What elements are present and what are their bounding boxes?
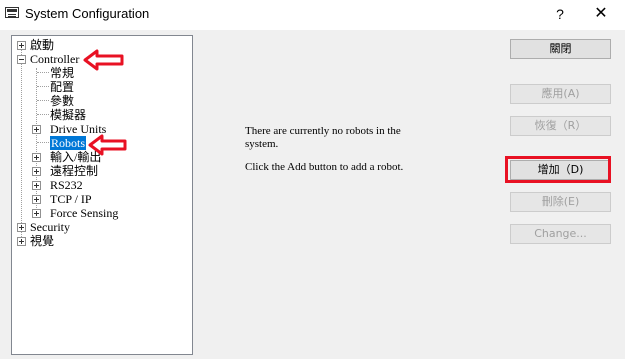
tree-item-configuration[interactable]: 配置: [50, 80, 74, 94]
expand-icon[interactable]: [32, 125, 41, 134]
app-icon: [5, 7, 19, 18]
annotation-highlight-box: [505, 156, 611, 183]
tree-item-robots[interactable]: Robots: [50, 136, 87, 150]
tree-item-label: Force Sensing: [50, 206, 119, 220]
tree-connector: [37, 142, 49, 143]
restore-button[interactable]: 恢復（R）: [510, 116, 611, 136]
tree-item-tcp-ip[interactable]: TCP / IP: [50, 192, 92, 206]
tree-item-label: Security: [30, 220, 70, 234]
message-line-2: system.: [245, 138, 279, 150]
expand-icon[interactable]: [17, 223, 26, 232]
window-title: System Configuration: [25, 6, 150, 21]
tree-item-label: RS232: [50, 178, 83, 192]
expand-icon[interactable]: [32, 181, 41, 190]
expand-icon[interactable]: [17, 41, 26, 50]
message-line-3: Click the Add button to add a robot.: [245, 161, 404, 173]
tree-item-label: TCP / IP: [50, 192, 92, 206]
dialog-client-area: 啟動 Controller 常規 配置 參數 模擬器 Drive Units R…: [0, 30, 625, 359]
tree-item-label: 遠程控制: [50, 164, 99, 178]
tree-item-label: 配置: [50, 80, 75, 94]
help-button[interactable]: ?: [548, 4, 572, 24]
tree-item-simulator[interactable]: 模擬器: [50, 108, 86, 122]
tree-connector: [37, 86, 49, 87]
apply-button[interactable]: 應用(A): [510, 84, 611, 104]
expand-icon[interactable]: [32, 167, 41, 176]
tree-item-label: 模擬器: [50, 108, 87, 122]
tree-item-security[interactable]: Security: [30, 220, 70, 234]
close-window-button[interactable]: ✕: [586, 4, 616, 24]
expand-icon[interactable]: [17, 237, 26, 246]
tree-item-label: Robots: [50, 136, 87, 150]
tree-item-label: 啟動: [30, 38, 55, 52]
annotation-arrow-icon: [83, 49, 124, 71]
tree-item-vision[interactable]: 視覺: [30, 234, 54, 248]
tree-connector: [37, 114, 49, 115]
config-tree[interactable]: 啟動 Controller 常規 配置 參數 模擬器 Drive Units R…: [11, 35, 193, 355]
message-line-1: There are currently no robots in the: [245, 125, 401, 137]
tree-item-general[interactable]: 常規: [50, 66, 74, 80]
tree-item-remote-control[interactable]: 遠程控制: [50, 164, 98, 178]
expand-icon[interactable]: [32, 195, 41, 204]
tree-item-startup[interactable]: 啟動: [30, 38, 54, 52]
tree-item-label: 視覺: [30, 234, 55, 248]
annotation-arrow-icon: [88, 134, 127, 156]
tree-item-parameters[interactable]: 參數: [50, 94, 74, 108]
collapse-icon[interactable]: [17, 55, 26, 64]
tree-item-label: Controller: [30, 52, 80, 66]
tree-item-label: 常規: [50, 66, 75, 80]
tree-connector: [36, 68, 37, 214]
title-bar: System Configuration ? ✕: [0, 0, 625, 30]
expand-icon[interactable]: [32, 209, 41, 218]
tree-connector: [21, 45, 22, 241]
close-button[interactable]: 關閉: [510, 39, 611, 59]
tree-item-force-sensing[interactable]: Force Sensing: [50, 206, 118, 220]
tree-item-label: 參數: [50, 94, 75, 108]
tree-connector: [37, 72, 49, 73]
change-button[interactable]: Change...: [510, 224, 611, 244]
expand-icon[interactable]: [32, 153, 41, 162]
tree-item-rs232[interactable]: RS232: [50, 178, 83, 192]
delete-button[interactable]: 刪除(E): [510, 192, 611, 212]
tree-connector: [37, 100, 49, 101]
tree-item-controller[interactable]: Controller: [30, 52, 79, 66]
